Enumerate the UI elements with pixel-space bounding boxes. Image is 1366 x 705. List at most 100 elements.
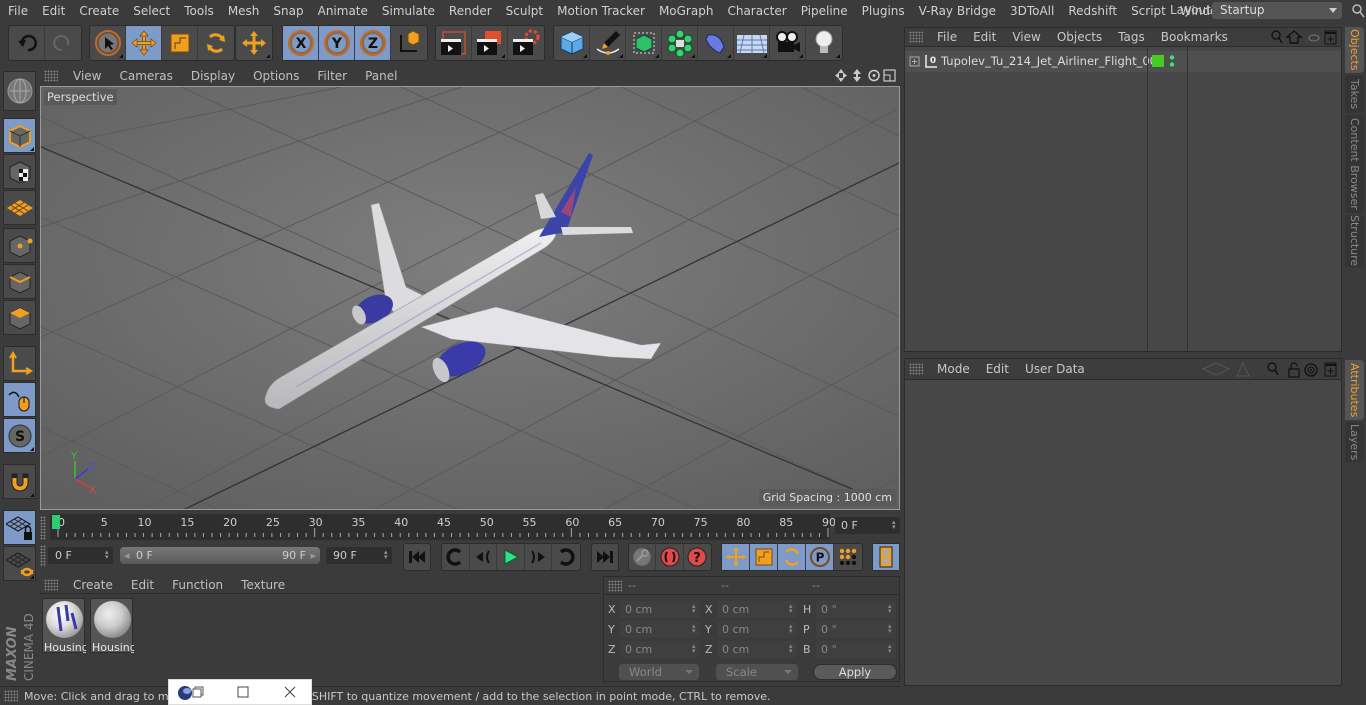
spinner-icon[interactable]: ▴ ▾ [105, 549, 110, 561]
goto-start-button[interactable] [404, 544, 430, 570]
recent-tool-button[interactable] [236, 26, 272, 60]
model-mode-button[interactable] [3, 118, 36, 153]
menu-character[interactable]: Character [720, 4, 793, 18]
menu-file[interactable]: File [0, 4, 35, 18]
workplane-align-button[interactable] [3, 546, 36, 581]
render-settings-button[interactable] [508, 26, 544, 60]
size-field[interactable]: 0 cm ▴ ▾ [717, 601, 797, 618]
z-axis-button[interactable]: Z [355, 26, 391, 60]
menu-cameras[interactable]: Cameras [110, 69, 181, 83]
next-frame-button[interactable] [525, 544, 553, 570]
menu-file[interactable]: File [929, 30, 965, 44]
up-icon[interactable] [1236, 361, 1250, 377]
current-frame-field[interactable]: 0 F ▴ ▾ [835, 517, 900, 534]
preview-range-slider[interactable]: ◂ 0 F 90 F ▸ [120, 547, 320, 564]
end-frame-field[interactable]: 90 F ▴ ▾ [326, 547, 392, 564]
prev-key-button[interactable] [442, 544, 470, 570]
solo-mode-button[interactable]: S [3, 418, 36, 453]
menu-create[interactable]: Create [72, 4, 126, 18]
spinner-icon[interactable]: ▴ ▾ [888, 623, 893, 635]
goto-end-button[interactable] [592, 544, 618, 570]
menu-tools[interactable]: Tools [177, 4, 221, 18]
axis-mode-button[interactable] [3, 346, 36, 381]
menu-edit[interactable]: Edit [965, 30, 1004, 44]
new-panel-icon[interactable] [1324, 362, 1337, 377]
size-field[interactable]: 0 cm ▴ ▾ [717, 621, 797, 638]
record-key-button[interactable] [629, 544, 657, 570]
scale-button[interactable] [162, 26, 198, 60]
menu-v-ray-bridge[interactable]: V-Ray Bridge [912, 4, 1003, 18]
pan-icon[interactable] [835, 69, 847, 82]
dolly-icon[interactable] [853, 69, 861, 82]
object-row[interactable]: 0 Tupolev_Tu_214_Jet_Airliner_Flight_001 [905, 51, 1341, 72]
menu-bookmarks[interactable]: Bookmarks [1153, 30, 1236, 44]
rotation-field[interactable]: 0 ° ▴ ▾ [816, 621, 896, 638]
object-name[interactable]: Tupolev_Tu_214_Jet_Airliner_Flight_001 [941, 54, 1164, 68]
pen-button[interactable] [590, 26, 626, 60]
coordinate-space-dropdown[interactable]: World [619, 664, 699, 680]
maximize-icon[interactable] [237, 686, 249, 698]
timeline-window-button[interactable] [873, 544, 899, 570]
side-tab-structure[interactable]: Structure [1345, 215, 1364, 267]
menu-snap[interactable]: Snap [266, 4, 310, 18]
workplane-mode-button[interactable] [3, 190, 36, 225]
menu-select[interactable]: Select [126, 4, 177, 18]
visibility-dots-icon[interactable] [1168, 54, 1176, 69]
key-pla-button[interactable] [834, 544, 862, 570]
key-parameter-button[interactable]: P [806, 544, 834, 570]
key-position-button[interactable] [722, 544, 750, 570]
timeline-ruler[interactable]: 0 5 10 15 20 25 30 35 40 45 50 55 60 65 70 75 80 85 90 [50, 514, 836, 540]
menu-motion-tracker[interactable]: Motion Tracker [550, 4, 652, 18]
cloner-button[interactable] [662, 26, 698, 60]
3d-viewport[interactable]: Y Z X Perspective Grid Spacing : 1000 cm [40, 86, 900, 510]
menu-create[interactable]: Create [64, 578, 122, 592]
polygons-mode-button[interactable] [3, 300, 36, 335]
menu-edit[interactable]: Edit [978, 362, 1017, 376]
panel-grip[interactable] [608, 579, 622, 592]
new-panel-icon[interactable] [1324, 30, 1337, 45]
coordinate-system-button[interactable] [391, 26, 427, 60]
undo-button[interactable] [9, 26, 45, 60]
camera-button[interactable] [770, 26, 806, 60]
autokey-button[interactable] [656, 544, 684, 570]
back-icon[interactable] [1201, 362, 1231, 376]
target-icon[interactable] [1304, 363, 1318, 377]
side-tab-content-browser[interactable]: Content Browser [1345, 115, 1364, 213]
rotate-button[interactable] [198, 26, 234, 60]
spinner-icon[interactable]: ▴ ▾ [692, 603, 697, 615]
range-right-arrow-icon[interactable]: ▸ [310, 547, 316, 564]
edges-mode-button[interactable] [3, 264, 36, 299]
spinner-icon[interactable]: ▴ ▾ [789, 643, 794, 655]
panel-grip[interactable] [44, 70, 58, 82]
make-editable-button[interactable] [3, 71, 36, 111]
menu-3dtoall[interactable]: 3DToAll [1003, 4, 1061, 18]
key-scale-button[interactable] [750, 544, 778, 570]
transport-grip[interactable] [40, 545, 48, 567]
move-button[interactable] [126, 26, 162, 60]
light-button[interactable] [806, 26, 842, 60]
start-frame-field[interactable]: 0 F ▴ ▾ [48, 547, 113, 564]
spinner-icon[interactable]: ▴ ▾ [888, 643, 893, 655]
panel-grip[interactable] [909, 363, 923, 375]
column-divider[interactable] [1187, 47, 1188, 352]
spinner-icon[interactable]: ▴ ▾ [888, 603, 893, 615]
subdivision-button[interactable] [626, 26, 662, 60]
timeline-playhead[interactable] [52, 515, 60, 529]
menu-mode[interactable]: Mode [929, 362, 978, 376]
menu-sculpt[interactable]: Sculpt [499, 4, 550, 18]
next-key-button[interactable] [552, 544, 580, 570]
menu-display[interactable]: Display [182, 69, 244, 83]
menu-edit[interactable]: Edit [122, 578, 163, 592]
position-field[interactable]: 0 cm ▴ ▾ [620, 641, 700, 658]
home-icon[interactable] [1285, 30, 1303, 44]
search-icon[interactable] [1351, 2, 1366, 20]
menu-mesh[interactable]: Mesh [221, 4, 267, 18]
rotation-field[interactable]: 0 ° ▴ ▾ [816, 641, 896, 658]
workplane-lock-button[interactable] [3, 510, 36, 545]
menu-view[interactable]: View [1004, 30, 1048, 44]
spinner-icon[interactable]: ▴ ▾ [789, 623, 794, 635]
menu-pipeline[interactable]: Pipeline [794, 4, 855, 18]
minimized-window[interactable] [168, 679, 312, 705]
menu-mograph[interactable]: MoGraph [652, 4, 721, 18]
menu-panel[interactable]: Panel [356, 69, 406, 83]
